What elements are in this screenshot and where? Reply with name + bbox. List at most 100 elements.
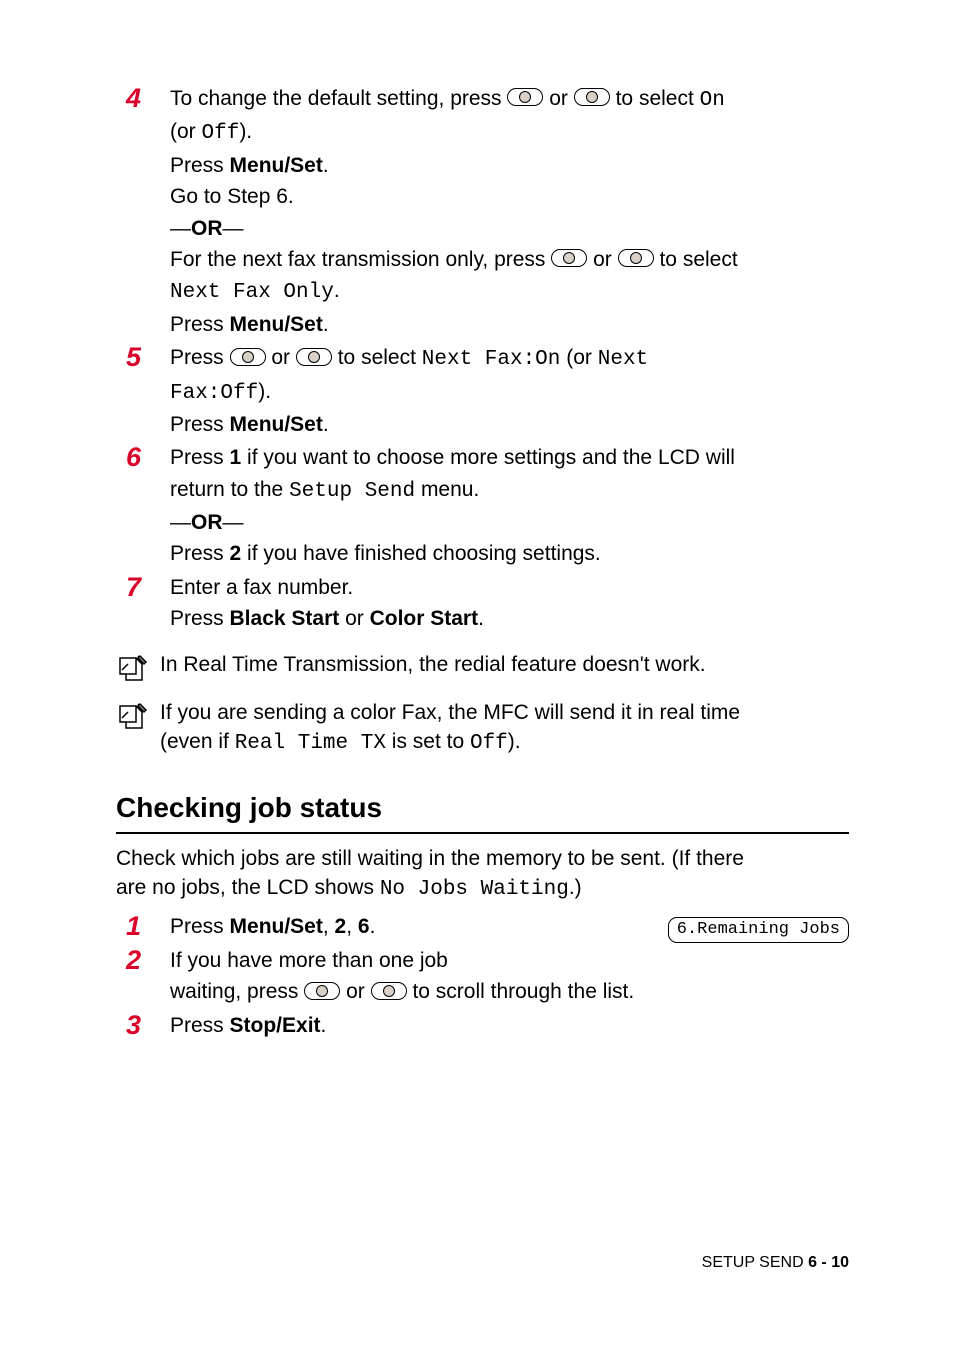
text-line: Press Menu/Set. xyxy=(170,151,849,180)
down-button-icon xyxy=(371,982,407,1000)
text-line: If you have more than one job xyxy=(170,946,849,975)
text-line: To change the default setting, press or … xyxy=(170,84,849,115)
lcd-text: Next Fax:On xyxy=(422,348,561,371)
text: . xyxy=(370,915,376,938)
note-icon xyxy=(116,698,160,732)
text: ). xyxy=(258,380,271,403)
or-separator: —OR— xyxy=(170,214,849,243)
text: For the next fax transmission only, pres… xyxy=(170,248,551,271)
step-number: 5 xyxy=(126,341,170,373)
text: ). xyxy=(508,730,521,753)
step-body: Enter a fax number. Press Black Start or… xyxy=(170,571,849,636)
text: Press xyxy=(170,1014,230,1037)
text: or xyxy=(271,346,296,369)
text-line: Press Black Start or Color Start. xyxy=(170,604,849,633)
step-number: 7 xyxy=(126,571,170,603)
text: .) xyxy=(569,876,582,899)
lcd-text: Fax:Off xyxy=(170,382,258,405)
text: Press xyxy=(170,446,230,469)
text: menu. xyxy=(415,478,479,501)
text: . xyxy=(323,154,329,177)
text: if you have finished choosing settings. xyxy=(241,542,601,565)
step-6: 6 Press 1 if you want to choose more set… xyxy=(116,441,849,571)
step-body: To change the default setting, press or … xyxy=(170,82,849,341)
text-line: Go to Step 6. xyxy=(170,182,849,211)
down-button-icon xyxy=(574,88,610,106)
text-line: Press Stop/Exit. xyxy=(170,1011,849,1040)
text-line: For the next fax transmission only, pres… xyxy=(170,245,849,274)
key-label: Menu/Set xyxy=(230,413,323,436)
up-button-icon xyxy=(551,249,587,267)
section-heading: Checking job status xyxy=(116,788,849,833)
text: or xyxy=(339,607,369,630)
lcd-text: Real Time TX xyxy=(235,732,386,755)
page-footer: SETUP SEND 6 - 10 xyxy=(702,1252,849,1274)
text: . xyxy=(323,313,329,336)
step-body: Press Stop/Exit. xyxy=(170,1009,849,1042)
lcd-text: Next xyxy=(598,348,648,371)
section-step-2: 2 If you have more than one job waiting,… xyxy=(116,944,849,1009)
text-line: return to the Setup Send menu. xyxy=(170,475,849,506)
text-line: Press Menu/Set. xyxy=(170,310,849,339)
text: to select xyxy=(338,346,422,369)
text-line: Press Menu/Set. xyxy=(170,410,849,439)
key-label: Black Start xyxy=(230,607,340,630)
text: (even if xyxy=(160,730,235,753)
or-text: OR xyxy=(191,511,223,534)
down-button-icon xyxy=(618,249,654,267)
section-step-3: 3 Press Stop/Exit. xyxy=(116,1009,849,1042)
text: Press xyxy=(170,313,230,336)
text-line: (or Off). xyxy=(170,117,849,148)
text: . xyxy=(323,413,329,436)
text: Check which jobs are still waiting in th… xyxy=(116,847,744,870)
text-line: Press 1 if you want to choose more setti… xyxy=(170,443,849,472)
text-line: Next Fax Only. xyxy=(170,276,849,307)
key-label: Menu/Set xyxy=(230,154,323,177)
lcd-text: On xyxy=(700,89,725,112)
lcd-text: Next Fax Only xyxy=(170,281,334,304)
key-label: Stop/Exit xyxy=(230,1014,321,1037)
section-step-1: 1 6.Remaining Jobs Press Menu/Set, 2, 6. xyxy=(116,910,849,943)
text: Press xyxy=(170,915,230,938)
note-icon xyxy=(116,650,160,684)
text: or xyxy=(593,248,618,271)
text: . xyxy=(321,1014,327,1037)
note-text: If you are sending a color Fax, the MFC … xyxy=(160,698,849,759)
text: Press xyxy=(170,413,230,436)
step-body: 6.Remaining Jobs Press Menu/Set, 2, 6. xyxy=(170,910,849,943)
lcd-text: No Jobs Waiting xyxy=(380,878,569,901)
note-2: If you are sending a color Fax, the MFC … xyxy=(116,698,849,759)
text-line: Press or to select Next Fax:On (or Next xyxy=(170,343,849,374)
text: to select xyxy=(659,248,737,271)
step-body: Press 1 if you want to choose more setti… xyxy=(170,441,849,571)
text: or xyxy=(549,87,574,110)
key-label: Menu/Set xyxy=(230,915,323,938)
step-4: 4 To change the default setting, press o… xyxy=(116,82,849,341)
text: if you want to choose more settings and … xyxy=(241,446,735,469)
up-button-icon xyxy=(507,88,543,106)
text: Press xyxy=(170,154,230,177)
text: . xyxy=(334,279,340,302)
step-number: 3 xyxy=(126,1009,170,1041)
key-label: 2 xyxy=(335,915,347,938)
step-number: 1 xyxy=(126,910,170,942)
text: (or xyxy=(560,346,597,369)
text: If you are sending a color Fax, the MFC … xyxy=(160,701,740,724)
key-label: 6 xyxy=(358,915,370,938)
text: Press xyxy=(170,542,230,565)
text: to select xyxy=(616,87,700,110)
step-number: 2 xyxy=(126,944,170,976)
step-number: 4 xyxy=(126,82,170,114)
text-line: waiting, press or to scroll through the … xyxy=(170,977,849,1006)
key-label: Color Start xyxy=(370,607,479,630)
footer-label: SETUP SEND xyxy=(702,1254,808,1271)
text: to scroll through the list. xyxy=(412,980,634,1003)
text: , xyxy=(346,915,358,938)
or-separator: —OR— xyxy=(170,508,849,537)
document-page: 4 To change the default setting, press o… xyxy=(0,0,954,1352)
key-label: Menu/Set xyxy=(230,313,323,336)
key-label: 2 xyxy=(230,542,242,565)
text: ). xyxy=(239,120,252,143)
or-text: OR xyxy=(191,217,223,240)
lcd-content: 6.Remaining Jobs xyxy=(668,917,849,943)
